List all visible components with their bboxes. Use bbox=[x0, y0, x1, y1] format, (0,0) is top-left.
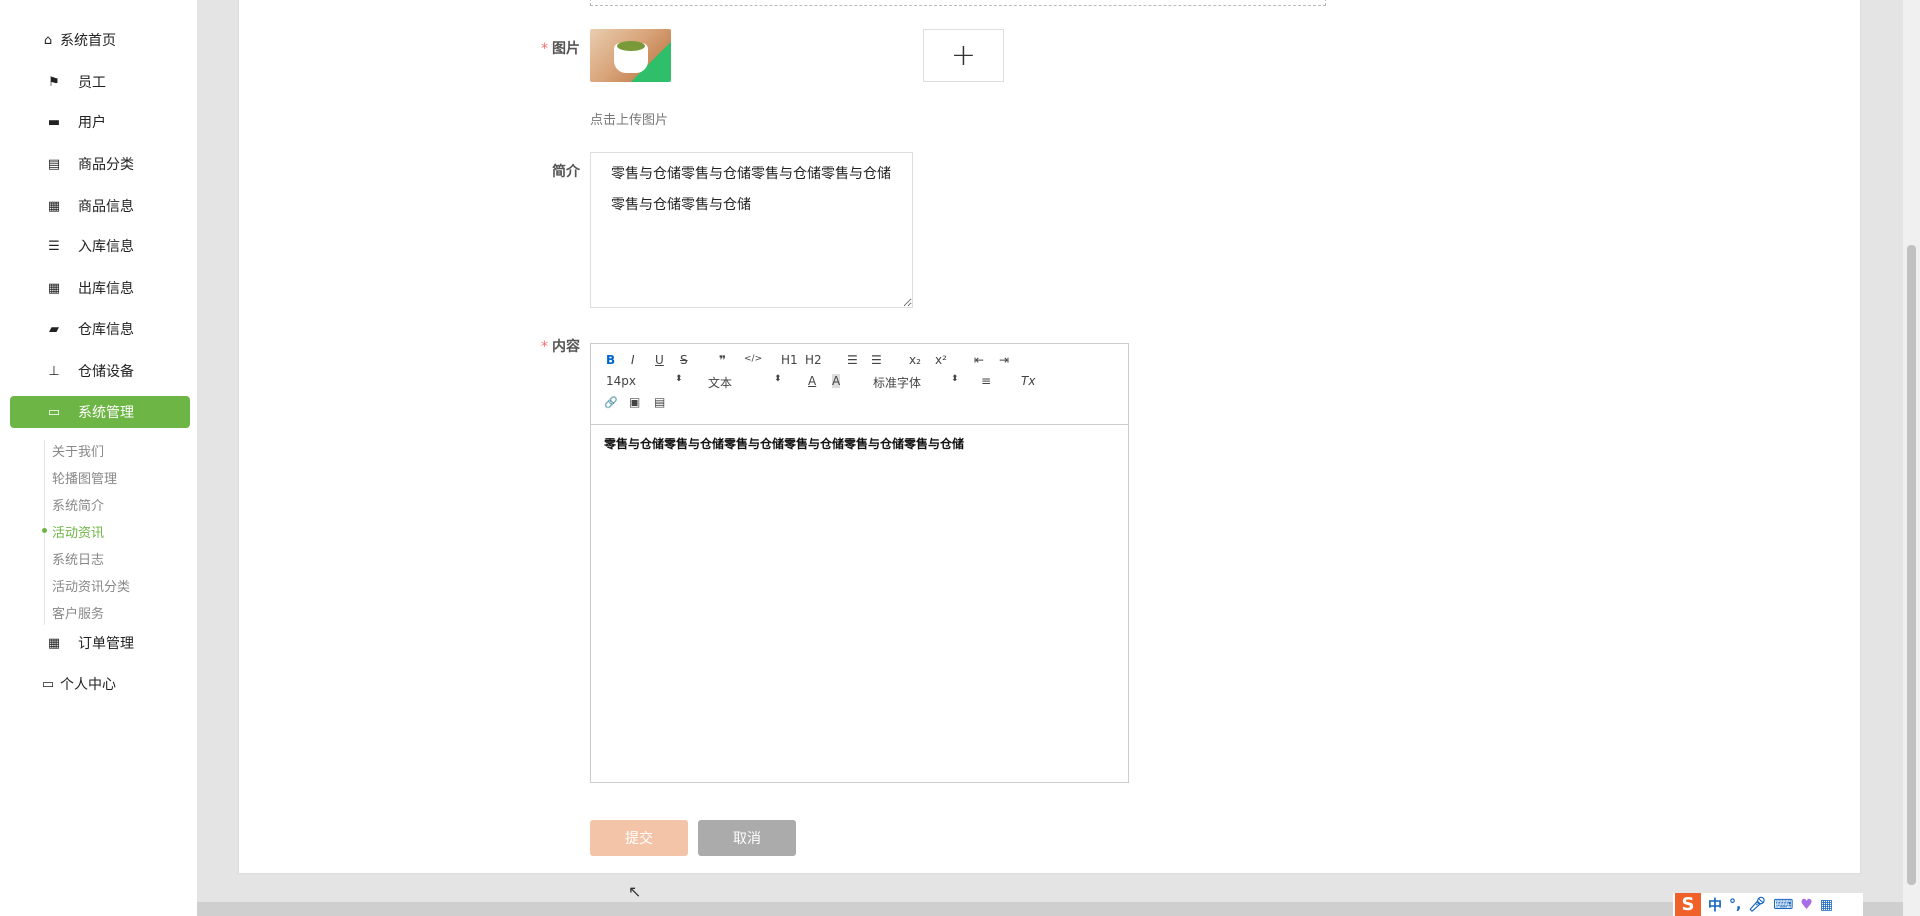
superscript-button[interactable]: x² bbox=[935, 353, 947, 367]
card-icon: ▭ bbox=[41, 676, 55, 692]
monitor-icon: ▭ bbox=[47, 404, 61, 420]
strike-button[interactable]: S bbox=[680, 353, 688, 367]
blockquote-button[interactable]: ❞ bbox=[719, 353, 726, 367]
summary-textarea[interactable]: 零售与仓储零售与仓储零售与仓储零售与仓储零售与仓储零售与仓储 bbox=[590, 152, 913, 308]
ime-mode[interactable]: 中 bbox=[1708, 895, 1722, 915]
sogou-logo-icon[interactable]: S bbox=[1675, 893, 1701, 916]
grid-icon: ▦ bbox=[47, 198, 61, 214]
clean-format-button[interactable]: Tx bbox=[1021, 374, 1035, 388]
editor-content[interactable]: 零售与仓储零售与仓储零售与仓储零售与仓储零售与仓储零售与仓储 bbox=[591, 425, 1128, 462]
nav-label: 用户 bbox=[78, 115, 106, 131]
nav-label: 员工 bbox=[78, 75, 106, 91]
header-select[interactable]: 文本 bbox=[708, 374, 732, 391]
ime-punctuation[interactable]: °, bbox=[1729, 897, 1741, 913]
wallet-icon: ▰ bbox=[49, 321, 59, 337]
select-arrows-icon: ⬍ bbox=[774, 374, 782, 384]
previous-field-border bbox=[590, 0, 1326, 6]
grid-icon: ▦ bbox=[47, 635, 61, 651]
clipboard-icon: ▤ bbox=[47, 156, 61, 172]
sidebar-item-personal[interactable]: ▭ 个人中心 bbox=[0, 669, 197, 699]
sidebar-item-equipment[interactable]: ⊥ 仓储设备 bbox=[0, 356, 197, 386]
sidebar-item-warehouse[interactable]: ▰ 仓库信息 bbox=[0, 314, 197, 344]
uploaded-image[interactable] bbox=[590, 29, 671, 82]
rich-text-editor: B I U S ❞ </> H1 H2 ☰ ☰ x₂ x² ⇤ ⇥ 14px ⬍… bbox=[590, 343, 1129, 783]
submenu-item[interactable]: 活动资讯分类 bbox=[52, 576, 130, 595]
size-select[interactable]: 14px bbox=[606, 374, 636, 388]
ime-toolbar: S 中 °, 🎤︎ ⌨︎ ♥︎ ▦ bbox=[1673, 893, 1863, 916]
italic-button[interactable]: I bbox=[631, 353, 635, 367]
keyboard-icon[interactable]: ⌨︎ bbox=[1773, 897, 1793, 913]
grid-icon: ▦ bbox=[47, 280, 61, 296]
home-icon: ⌂ bbox=[43, 32, 53, 48]
nav-label: 商品分类 bbox=[78, 157, 134, 173]
bold-button[interactable]: B bbox=[606, 353, 615, 367]
image-button[interactable]: ▣ bbox=[629, 395, 640, 409]
list-icon: ☰ bbox=[48, 238, 60, 254]
ordered-list-button[interactable]: ☰ bbox=[847, 353, 858, 367]
apps-icon[interactable]: ▦ bbox=[1820, 897, 1833, 913]
underline-button[interactable]: U bbox=[655, 353, 664, 367]
nav-label: 系统管理 bbox=[78, 405, 134, 421]
indent-button[interactable]: ⇥ bbox=[999, 353, 1009, 367]
nav-label: 仓储设备 bbox=[78, 364, 134, 380]
editor-toolbar: B I U S ❞ </> H1 H2 ☰ ☰ x₂ x² ⇤ ⇥ 14px ⬍… bbox=[591, 344, 1128, 425]
submenu-item[interactable]: 轮播图管理 bbox=[52, 468, 117, 487]
mouse-cursor-icon: ↖ bbox=[628, 882, 642, 901]
select-arrows-icon: ⬍ bbox=[951, 374, 959, 384]
outdent-button[interactable]: ⇤ bbox=[974, 353, 984, 367]
bullet-list-button[interactable]: ☰ bbox=[871, 353, 882, 367]
sidebar-item-inbound[interactable]: ☰ 入库信息 bbox=[0, 231, 197, 261]
sidebar-item-category[interactable]: ▤ 商品分类 bbox=[0, 149, 197, 179]
sidebar: ⌂ 系统首页 ⚑ 员工 ▬ 用户 ▤ 商品分类 ▦ 商品信息 ☰ 入库信息 ▦ 出库信息 ▰ 仓… bbox=[0, 0, 197, 916]
submenu-item[interactable]: 关于我们 bbox=[52, 441, 104, 460]
select-arrows-icon: ⬍ bbox=[675, 374, 683, 384]
align-button[interactable]: ≡ bbox=[981, 374, 991, 388]
nav-label: 系统首页 bbox=[60, 33, 116, 49]
nav-label: 出库信息 bbox=[78, 281, 134, 297]
font-select[interactable]: 标准字体 bbox=[873, 374, 921, 391]
scrollbar-thumb[interactable] bbox=[1907, 245, 1916, 885]
flag-icon: ⚑ bbox=[48, 74, 60, 90]
content-label: * 内容 bbox=[541, 339, 580, 355]
subscript-button[interactable]: x₂ bbox=[909, 353, 921, 367]
nav-label: 入库信息 bbox=[78, 239, 134, 255]
upload-hint: 点击上传图片 bbox=[590, 113, 669, 128]
sidebar-item-system[interactable]: ▭ 系统管理 bbox=[10, 396, 190, 428]
nav-label: 订单管理 bbox=[78, 636, 134, 652]
sidebar-item-outbound[interactable]: ▦ 出库信息 bbox=[0, 273, 197, 303]
nav-label: 商品信息 bbox=[78, 199, 134, 215]
active-dot bbox=[42, 528, 47, 533]
user-icon: ⊥ bbox=[48, 363, 60, 379]
microphone-icon[interactable]: 🎤︎ bbox=[1748, 897, 1766, 913]
summary-label: 简介 bbox=[552, 164, 580, 180]
sidebar-item-users[interactable]: ▬ 用户 bbox=[0, 107, 197, 137]
cancel-button[interactable]: 取消 bbox=[698, 820, 796, 856]
background-color-button[interactable]: A bbox=[832, 374, 841, 388]
image-label: * 图片 bbox=[541, 41, 580, 57]
vertical-scrollbar[interactable] bbox=[1903, 0, 1920, 916]
submenu-item[interactable]: 系统简介 bbox=[52, 495, 104, 514]
nav-label: 仓库信息 bbox=[78, 322, 134, 338]
briefcase-icon: ▬ bbox=[47, 114, 61, 130]
sidebar-item-goods[interactable]: ▦ 商品信息 bbox=[0, 191, 197, 221]
skin-icon[interactable]: ♥︎ bbox=[1800, 897, 1813, 913]
submit-button[interactable]: 提交 bbox=[590, 820, 688, 856]
horizontal-scrollbar[interactable] bbox=[197, 902, 1903, 916]
link-button[interactable]: 🔗 bbox=[604, 396, 618, 409]
upload-button[interactable]: + bbox=[923, 29, 1004, 82]
sidebar-item-orders[interactable]: ▦ 订单管理 bbox=[0, 628, 197, 658]
sidebar-item-staff[interactable]: ⚑ 员工 bbox=[0, 67, 197, 97]
font-color-button[interactable]: A bbox=[808, 374, 816, 388]
sidebar-item-home[interactable]: ⌂ 系统首页 bbox=[0, 25, 197, 55]
code-button[interactable]: </> bbox=[744, 354, 762, 364]
nav-label: 个人中心 bbox=[60, 677, 116, 693]
submenu-item[interactable]: 客户服务 bbox=[52, 603, 104, 622]
h1-button[interactable]: H1 bbox=[781, 353, 798, 367]
submenu-item-active[interactable]: 活动资讯 bbox=[52, 522, 104, 541]
video-button[interactable]: ▤ bbox=[654, 395, 665, 409]
submenu-item[interactable]: 系统日志 bbox=[52, 549, 104, 568]
h2-button[interactable]: H2 bbox=[805, 353, 822, 367]
